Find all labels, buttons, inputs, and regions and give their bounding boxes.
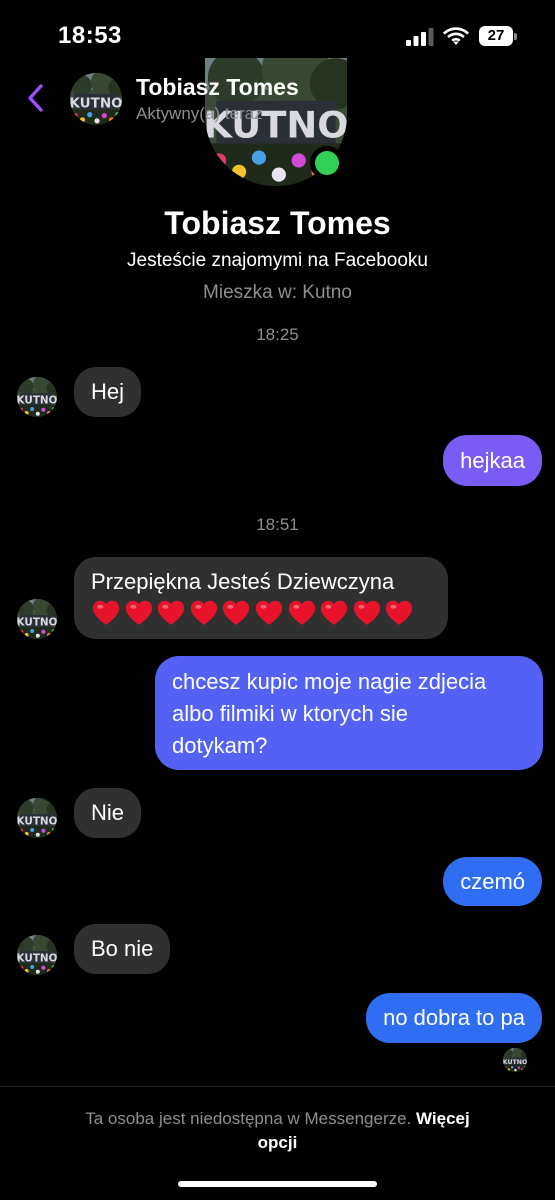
sender-avatar[interactable] bbox=[17, 599, 57, 639]
cellular-signal-icon bbox=[406, 28, 434, 46]
message-bubble-outgoing[interactable]: no dobra to pa bbox=[366, 993, 542, 1043]
header-avatar-image bbox=[70, 73, 122, 125]
red-heart-icon bbox=[254, 598, 284, 628]
footer-divider bbox=[0, 1086, 555, 1087]
message-bubble-outgoing[interactable]: czemó bbox=[443, 857, 542, 906]
seen-receipt-image bbox=[503, 1048, 527, 1072]
profile-name: Tobiasz Tomes bbox=[164, 205, 391, 241]
battery-icon: 27 bbox=[479, 26, 517, 46]
sender-avatar-image bbox=[17, 377, 57, 417]
message-emoji bbox=[91, 598, 431, 628]
wifi-icon bbox=[443, 27, 469, 45]
header-active-status: Aktywny(a) teraz bbox=[136, 104, 263, 123]
red-heart-icon bbox=[221, 598, 251, 628]
message-bubble-outgoing[interactable]: chcesz kupic moje nagie zdjecia albo fil… bbox=[155, 656, 543, 770]
red-heart-icon bbox=[124, 598, 154, 628]
unavailable-notice-text: Ta osoba jest niedostępna w Messengerze. bbox=[85, 1109, 412, 1128]
message-bubble-incoming[interactable]: Bo nie bbox=[74, 924, 171, 974]
header-contact-name[interactable]: Tobiasz Tomes bbox=[136, 74, 299, 101]
more-options-link-continued[interactable]: opcji bbox=[258, 1133, 298, 1152]
message-text-line: dotykam? bbox=[172, 733, 268, 758]
sender-avatar-image bbox=[17, 935, 57, 975]
red-heart-icon bbox=[352, 598, 382, 628]
message-bubble-incoming[interactable]: Przepiękna Jesteś Dziewczyna bbox=[74, 557, 448, 639]
profile-friends-text: Jesteście znajomymi na Facebooku bbox=[127, 250, 428, 271]
sender-avatar[interactable] bbox=[17, 935, 57, 975]
message-bubble-outgoing[interactable]: hejkaa bbox=[443, 435, 542, 486]
profile-lives-in: Mieszka w: Kutno bbox=[203, 282, 352, 303]
message-bubble-incoming[interactable]: Nie bbox=[74, 788, 142, 838]
message-bubble-incoming[interactable]: Hej bbox=[74, 367, 142, 417]
chat-header: Tobiasz Tomes Aktywny(a) teraz bbox=[0, 68, 555, 130]
more-options-link[interactable]: Więcej bbox=[416, 1109, 470, 1128]
sender-avatar-image bbox=[17, 798, 57, 838]
message-text: Przepiękna Jesteś Dziewczyna bbox=[91, 569, 395, 594]
battery-level: 27 bbox=[487, 27, 505, 44]
message-text-line: chcesz kupic moje nagie zdjecia bbox=[172, 669, 487, 694]
red-heart-icon bbox=[156, 598, 186, 628]
seen-receipt-avatar bbox=[503, 1048, 527, 1072]
sender-avatar[interactable] bbox=[17, 377, 57, 417]
red-heart-icon bbox=[189, 598, 219, 628]
sender-avatar-image bbox=[17, 599, 57, 639]
red-heart-icon bbox=[287, 598, 317, 628]
message-text-line: albo filmiki w ktorych sie bbox=[172, 701, 408, 726]
home-indicator[interactable] bbox=[178, 1181, 377, 1187]
red-heart-icon bbox=[384, 598, 414, 628]
unavailable-notice: Ta osoba jest niedostępna w Messengerze.… bbox=[40, 1107, 515, 1155]
red-heart-icon bbox=[319, 598, 349, 628]
chevron-left-icon[interactable] bbox=[24, 82, 48, 114]
status-time: 18:53 bbox=[58, 22, 122, 49]
timestamp-divider: 18:25 bbox=[256, 325, 299, 344]
sender-avatar[interactable] bbox=[17, 798, 57, 838]
header-avatar[interactable] bbox=[70, 73, 122, 125]
online-dot-icon bbox=[310, 146, 344, 180]
timestamp-divider: 18:51 bbox=[256, 515, 299, 534]
red-heart-icon bbox=[91, 598, 121, 628]
battery-tip bbox=[514, 33, 517, 40]
